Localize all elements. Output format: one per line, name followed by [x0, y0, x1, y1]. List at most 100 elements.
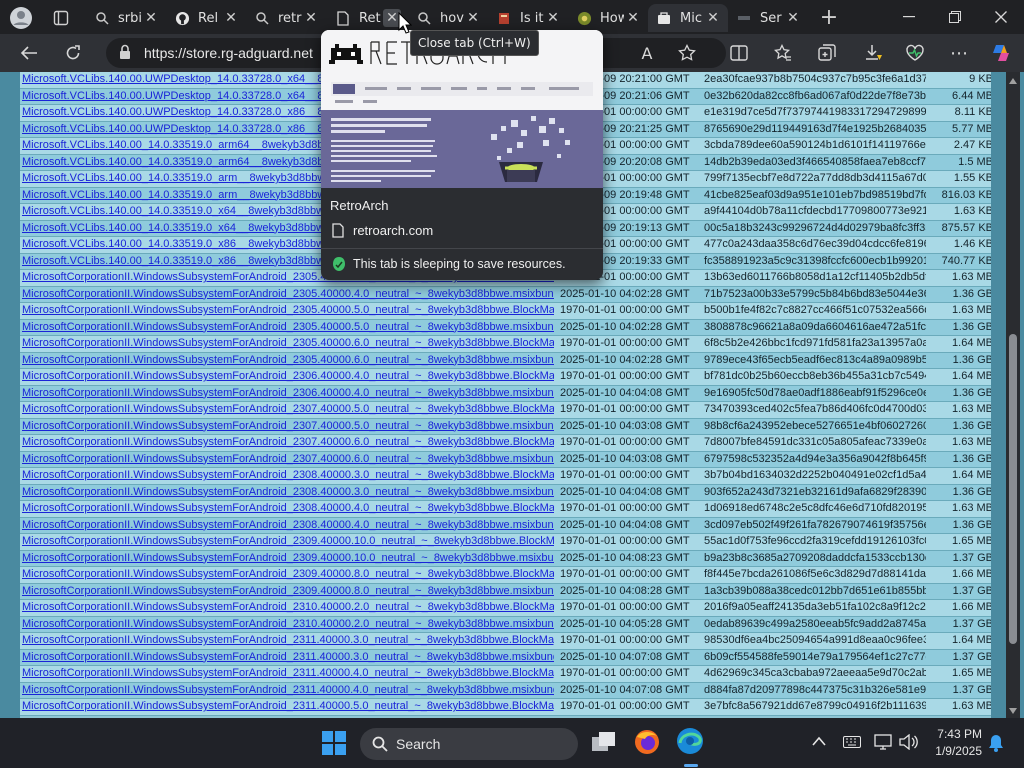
file-download-link[interactable]: MicrosoftCorporationII.WindowsSubsystemF… [22, 403, 554, 415]
close-icon[interactable]: ✕ [544, 9, 562, 27]
file-download-link[interactable]: MicrosoftCorporationII.WindowsSubsystemF… [22, 535, 554, 547]
file-download-link[interactable]: MicrosoftCorporationII.WindowsSubsystemF… [22, 337, 554, 349]
performance-icon[interactable] [904, 42, 926, 64]
close-icon[interactable]: ✕ [142, 9, 160, 27]
close-icon[interactable]: ✕ [704, 9, 722, 27]
file-download-link[interactable]: MicrosoftCorporationII.WindowsSubsystemF… [22, 651, 554, 663]
clock-time[interactable]: 7:43 PM [934, 727, 982, 741]
file-download-link[interactable]: MicrosoftCorporationII.WindowsSubsystemF… [22, 552, 554, 564]
page-scrollbar[interactable] [1006, 72, 1020, 718]
file-download-link[interactable]: Microsoft.VCLibs.140.00_14.0.33519.0_arm… [22, 139, 371, 151]
network-icon[interactable] [874, 734, 894, 750]
file-download-link[interactable]: Microsoft.VCLibs.140.00_14.0.33519.0_arm… [22, 156, 371, 168]
close-icon[interactable]: ✕ [222, 9, 240, 27]
file-download-link[interactable]: MicrosoftCorporationII.WindowsSubsystemF… [22, 354, 554, 366]
file-download-link[interactable]: MicrosoftCorporationII.WindowsSubsystemF… [22, 486, 554, 498]
taskbar-search-box[interactable]: Search [360, 728, 578, 760]
copilot-icon[interactable] [990, 42, 1012, 64]
file-download-link[interactable]: Microsoft.VCLibs.140.00_14.0.33519.0_x86… [22, 255, 357, 267]
tab-retr[interactable]: retr ✕ [246, 4, 326, 32]
file-download-link[interactable]: MicrosoftCorporationII.WindowsSubsystemF… [22, 519, 554, 531]
table-row: MicrosoftCorporationII.WindowsSubsystemF… [20, 665, 991, 683]
file-download-link[interactable]: MicrosoftCorporationII.WindowsSubsystemF… [22, 667, 554, 679]
read-aloud-icon[interactable]: A [636, 42, 658, 64]
file-download-link[interactable]: MicrosoftCorporationII.WindowsSubsystemF… [22, 700, 554, 712]
file-download-link[interactable]: Microsoft.VCLibs.140.00_14.0.33519.0_x64… [22, 222, 357, 234]
task-view-icon[interactable] [591, 731, 617, 755]
close-icon[interactable]: ✕ [624, 9, 642, 27]
tab-is-it[interactable]: Is it ✕ [488, 4, 568, 32]
firefox-icon[interactable] [634, 729, 662, 757]
scroll-up-arrow-icon[interactable] [1008, 74, 1018, 84]
tab-ser[interactable]: Ser ✕ [728, 4, 808, 32]
collections-icon[interactable] [816, 42, 838, 64]
file-download-link[interactable]: MicrosoftCorporationII.WindowsSubsystemF… [22, 321, 554, 333]
file-download-link[interactable]: Microsoft.VCLibs.140.00_14.0.33519.0_arm… [22, 172, 358, 184]
tab-srbi[interactable]: srbi ✕ [86, 4, 166, 32]
file-download-link[interactable]: MicrosoftCorporationII.WindowsSubsystemF… [22, 502, 554, 514]
refresh-button[interactable] [62, 42, 84, 64]
file-download-link[interactable]: MicrosoftCorporationII.WindowsSubsystemF… [22, 387, 554, 399]
tab-hover-card[interactable]: RetroArch retroarch.com This tab is slee… [321, 30, 603, 280]
table-row: MicrosoftCorporationII.WindowsSubsystemF… [20, 632, 991, 650]
file-hash-cell: 98530df6ea4bc25094654a991d8eaa0c96fee3ca [702, 632, 926, 650]
tab-actions-icon[interactable] [50, 7, 72, 29]
windows-start-icon[interactable] [322, 731, 346, 755]
table-row: MicrosoftCorporationII.WindowsSubsystemF… [20, 467, 991, 485]
close-icon[interactable]: ✕ [302, 9, 320, 27]
file-name-cell: MicrosoftCorporationII.WindowsSubsystemF… [20, 583, 554, 600]
file-name-cell: MicrosoftCorporationII.WindowsSubsystemF… [20, 319, 554, 336]
show-hidden-icons-chevron-icon[interactable] [812, 735, 826, 749]
tab-label: Ret [359, 10, 381, 26]
file-download-link[interactable]: MicrosoftCorporationII.WindowsSubsystemF… [22, 568, 554, 580]
split-screen-icon[interactable] [728, 42, 750, 64]
file-download-link[interactable]: MicrosoftCorporationII.WindowsSubsystemF… [22, 585, 554, 597]
file-download-link[interactable]: MicrosoftCorporationII.WindowsSubsystemF… [22, 288, 554, 300]
tab-retroarch[interactable]: Ret ✕ [327, 4, 407, 32]
volume-icon[interactable] [898, 733, 918, 751]
lock-icon[interactable] [118, 44, 134, 60]
file-download-link[interactable]: MicrosoftCorporationII.WindowsSubsystemF… [22, 304, 554, 316]
file-size-cell: 1.64 MB [926, 467, 991, 485]
search-icon [372, 736, 388, 752]
file-download-link[interactable]: MicrosoftCorporationII.WindowsSubsystemF… [22, 370, 554, 382]
notification-bell-icon[interactable] [988, 734, 1006, 752]
minimize-button[interactable] [896, 6, 922, 28]
keyboard-icon[interactable] [843, 736, 861, 748]
file-download-link[interactable]: Microsoft.VCLibs.140.00_14.0.33519.0_arm… [22, 189, 358, 201]
downloads-icon[interactable] [862, 42, 884, 64]
scroll-down-arrow-icon[interactable] [1008, 704, 1018, 714]
file-download-link[interactable]: MicrosoftCorporationII.WindowsSubsystemF… [22, 684, 554, 696]
tab-hov[interactable]: hov ✕ [408, 4, 488, 32]
close-icon[interactable]: ✕ [464, 9, 482, 27]
file-hash-cell: 6797598c532352a4d94e3a356a9042f8b645f9bb [702, 451, 926, 468]
profile-avatar-icon[interactable] [8, 5, 34, 31]
file-download-link[interactable]: MicrosoftCorporationII.WindowsSubsystemF… [22, 420, 554, 432]
file-download-link[interactable]: MicrosoftCorporationII.WindowsSubsystemF… [22, 469, 554, 481]
restore-button[interactable] [942, 6, 968, 28]
edge-icon[interactable] [676, 727, 706, 757]
more-options-icon[interactable]: ⋯ [948, 42, 970, 64]
tab-mic[interactable]: Mic ✕ [648, 4, 728, 32]
store-icon [656, 10, 672, 26]
favorite-star-icon[interactable] [676, 42, 698, 64]
file-download-link[interactable]: MicrosoftCorporationII.WindowsSubsystemF… [22, 453, 554, 465]
file-download-link[interactable]: MicrosoftCorporationII.WindowsSubsystemF… [22, 436, 554, 448]
back-button[interactable] [18, 42, 40, 64]
close-window-button[interactable] [988, 6, 1014, 28]
tab-rel[interactable]: Rel ✕ [166, 4, 246, 32]
new-tab-button[interactable]: + [816, 5, 842, 30]
file-download-link[interactable]: Microsoft.VCLibs.140.00_14.0.33519.0_x86… [22, 238, 357, 250]
scroll-thumb[interactable] [1009, 334, 1017, 644]
file-size-cell: 1.5 MB [926, 154, 991, 171]
file-download-link[interactable]: MicrosoftCorporationII.WindowsSubsystemF… [22, 634, 554, 646]
file-download-link[interactable]: MicrosoftCorporationII.WindowsSubsystemF… [22, 601, 554, 613]
clock-date[interactable]: 1/9/2025 [926, 744, 982, 758]
tab-how[interactable]: How ✕ [568, 4, 648, 32]
file-hash-cell: 98b8cf6a243952ebece5276651e4bf06027260a [702, 418, 926, 435]
file-download-link[interactable]: MicrosoftCorporationII.WindowsSubsystemF… [22, 618, 554, 630]
file-download-link[interactable]: Microsoft.VCLibs.140.00_14.0.33519.0_x64… [22, 205, 357, 217]
file-hash-cell: 1d06918ed6748c2e5c8dfc46e6d710fd82019521 [702, 500, 926, 518]
favorites-icon[interactable] [772, 42, 794, 64]
close-icon[interactable]: ✕ [784, 9, 802, 27]
